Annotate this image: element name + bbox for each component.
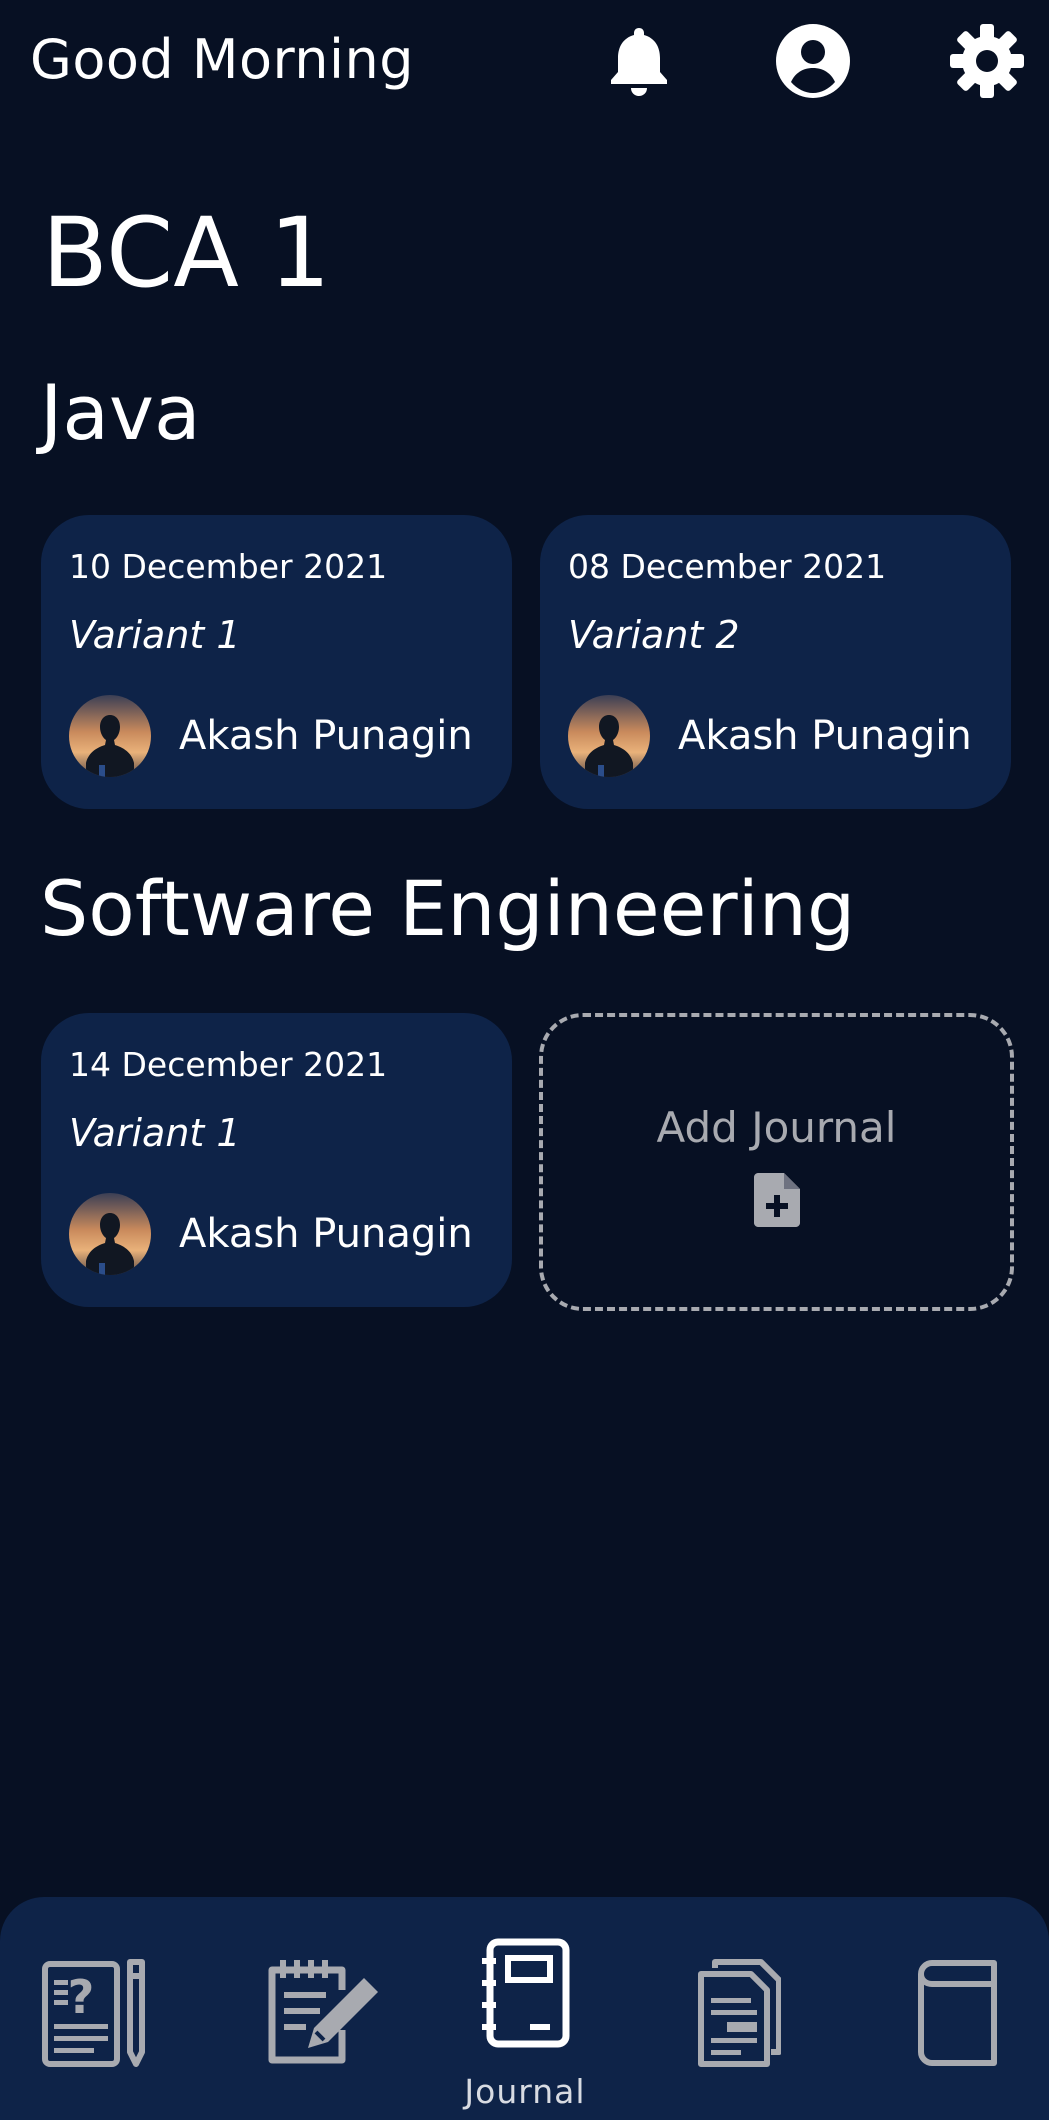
notes-icon[interactable] [268, 1958, 380, 2068]
quiz-icon[interactable]: ? [42, 1958, 150, 2068]
journal-variant: Variant 1 [69, 1111, 241, 1155]
journal-card[interactable]: 14 December 2021 Variant 1 Akash Punagin [41, 1013, 512, 1307]
svg-text:?: ? [68, 1970, 95, 2024]
class-title: BCA 1 [42, 197, 331, 309]
gear-icon[interactable] [948, 22, 1026, 100]
journal-variant: Variant 1 [69, 613, 241, 657]
journal-author: Akash Punagin [179, 1211, 473, 1257]
section-title-java: Java [40, 368, 201, 457]
journal-card[interactable]: 10 December 2021 Variant 1 Akash Punagin [41, 515, 512, 809]
file-plus-icon [754, 1173, 800, 1227]
journal-date: 08 December 2021 [568, 547, 887, 586]
avatar [69, 695, 151, 777]
avatar [69, 1193, 151, 1275]
avatar [568, 695, 650, 777]
journal-card[interactable]: 08 December 2021 Variant 2 Akash Punagin [540, 515, 1011, 809]
journal-author: Akash Punagin [179, 713, 473, 759]
add-journal-label: Add Journal [656, 1103, 897, 1152]
journal-variant: Variant 2 [568, 613, 740, 657]
bell-icon[interactable] [600, 22, 678, 100]
user-icon[interactable] [774, 22, 852, 100]
journal-icon[interactable] [482, 1938, 570, 2048]
journal-author: Akash Punagin [678, 713, 972, 759]
greeting-title: Good Morning [30, 28, 414, 91]
nav-label-journal: Journal [464, 2072, 586, 2111]
journal-date: 14 December 2021 [69, 1045, 388, 1084]
section-title-software-engineering: Software Engineering [40, 864, 856, 953]
add-journal-button[interactable]: Add Journal [539, 1013, 1014, 1311]
document-icon[interactable] [697, 1958, 781, 2068]
journal-date: 10 December 2021 [69, 547, 388, 586]
book-icon[interactable] [918, 1960, 998, 2066]
